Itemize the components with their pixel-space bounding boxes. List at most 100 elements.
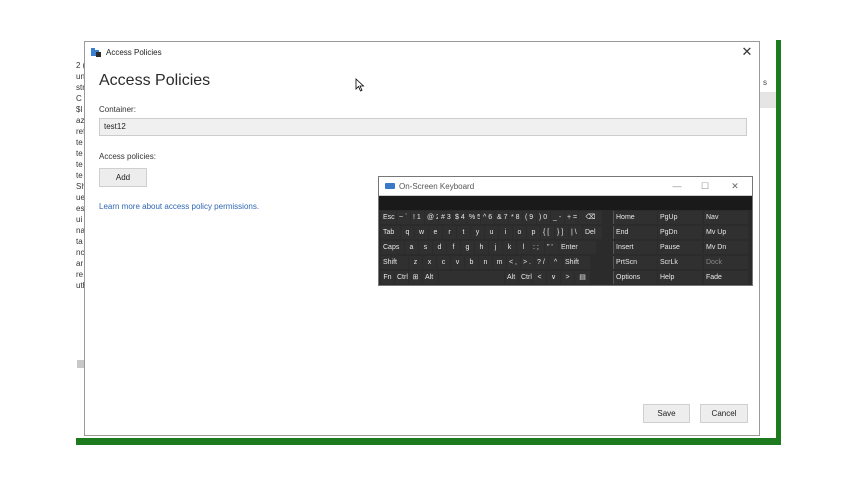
page-title: Access Policies xyxy=(99,72,211,89)
osk-key[interactable]: # 3 xyxy=(439,211,452,224)
osk-key[interactable]: q xyxy=(401,226,414,239)
osk-titlebar[interactable]: On-Screen Keyboard — ☐ ✕ xyxy=(379,177,752,196)
osk-key[interactable]: * 8 xyxy=(509,211,522,224)
osk-key[interactable]: @ 2 xyxy=(425,211,438,224)
dialog-window-title: Access Policies xyxy=(106,47,162,57)
osk-key[interactable]: t xyxy=(457,226,470,239)
osk-minimize-button[interactable]: — xyxy=(670,179,684,193)
osk-key[interactable]: b xyxy=(465,256,478,269)
osk-key[interactable]: v xyxy=(451,256,464,269)
osk-key[interactable]: k xyxy=(503,241,516,254)
osk-key[interactable]: Fn xyxy=(381,271,394,284)
osk-key[interactable]: u xyxy=(485,226,498,239)
osk-nav-key[interactable]: Insert xyxy=(613,241,657,254)
osk-key[interactable]: a xyxy=(405,241,418,254)
osk-key[interactable]: y xyxy=(471,226,484,239)
osk-key[interactable]: ⊞ xyxy=(409,271,422,284)
osk-key[interactable]: g xyxy=(461,241,474,254)
osk-key[interactable]: Alt xyxy=(423,271,438,284)
osk-key[interactable]: c xyxy=(437,256,450,269)
osk-nav-key[interactable]: Nav xyxy=(704,211,748,224)
osk-key[interactable] xyxy=(439,271,504,284)
osk-title: On-Screen Keyboard xyxy=(399,181,475,191)
osk-key[interactable]: Shift xyxy=(563,256,590,269)
osk-nav-key[interactable]: End xyxy=(613,226,657,239)
osk-key[interactable]: > xyxy=(561,271,574,284)
cancel-button[interactable]: Cancel xyxy=(700,404,748,423)
osk-key[interactable]: : ; xyxy=(531,241,544,254)
osk-key[interactable]: z xyxy=(409,256,422,269)
osk-key[interactable]: > . xyxy=(521,256,534,269)
osk-key[interactable]: f xyxy=(447,241,460,254)
osk-nav-key[interactable]: Options xyxy=(613,271,657,284)
osk-key[interactable]: ? / xyxy=(535,256,548,269)
osk-key[interactable]: " ' xyxy=(545,241,558,254)
osk-key[interactable]: % 5 xyxy=(467,211,480,224)
osk-key[interactable]: } ] xyxy=(555,226,568,239)
osk-nav-key[interactable]: Home xyxy=(613,211,657,224)
osk-key[interactable]: < xyxy=(533,271,546,284)
learn-more-link[interactable]: Learn more about access policy permissio… xyxy=(99,202,259,211)
osk-key[interactable]: ! 1 xyxy=(411,211,424,224)
osk-key[interactable]: ~ ` xyxy=(397,211,410,224)
osk-key[interactable]: m xyxy=(493,256,506,269)
osk-nav-key[interactable]: Fade xyxy=(704,271,748,284)
osk-key[interactable]: r xyxy=(443,226,456,239)
osk-key[interactable]: & 7 xyxy=(495,211,508,224)
osk-key[interactable]: Ctrl xyxy=(519,271,532,284)
osk-nav-key[interactable]: PrtScn xyxy=(613,256,657,269)
osk-key[interactable]: s xyxy=(419,241,432,254)
osk-key[interactable]: Caps xyxy=(381,241,404,254)
osk-key[interactable]: ∨ xyxy=(547,271,560,284)
osk-nav-key[interactable]: ScrLk xyxy=(658,256,702,269)
osk-key[interactable]: ( 9 xyxy=(523,211,536,224)
osk-key[interactable]: Enter xyxy=(559,241,596,254)
on-screen-keyboard: On-Screen Keyboard — ☐ ✕ Esc~ `! 1@ 2# 3… xyxy=(378,176,753,286)
keyboard-icon xyxy=(385,183,395,189)
osk-key[interactable]: $ 4 xyxy=(453,211,466,224)
osk-key[interactable]: p xyxy=(527,226,540,239)
osk-key[interactable]: n xyxy=(479,256,492,269)
osk-key[interactable]: + = xyxy=(565,211,578,224)
save-button[interactable]: Save xyxy=(643,404,690,423)
container-field[interactable]: test12 xyxy=(99,118,747,136)
osk-key[interactable]: _ - xyxy=(551,211,564,224)
osk-nav-key[interactable]: PgDn xyxy=(658,226,702,239)
osk-key[interactable]: Alt xyxy=(505,271,518,284)
osk-key[interactable]: Del xyxy=(583,226,602,239)
osk-key[interactable]: h xyxy=(475,241,488,254)
osk-key[interactable]: l xyxy=(517,241,530,254)
osk-nav-key[interactable]: Mv Up xyxy=(704,226,748,239)
osk-key[interactable]: ^ 6 xyxy=(481,211,494,224)
osk-nav-key[interactable]: Help xyxy=(658,271,702,284)
osk-nav-key[interactable]: Dock xyxy=(704,256,748,269)
osk-key[interactable]: ) 0 xyxy=(537,211,550,224)
osk-nav-key[interactable]: Mv Dn xyxy=(704,241,748,254)
osk-key[interactable]: Tab xyxy=(381,226,400,239)
osk-key[interactable]: j xyxy=(489,241,502,254)
osk-key[interactable]: Esc xyxy=(381,211,396,224)
osk-key[interactable]: ^ xyxy=(549,256,562,269)
osk-maximize-button[interactable]: ☐ xyxy=(698,179,712,193)
osk-key[interactable]: x xyxy=(423,256,436,269)
dialog-titlebar[interactable]: Access Policies ✕ xyxy=(85,42,759,62)
osk-nav-key[interactable]: Pause xyxy=(658,241,702,254)
add-button[interactable]: Add xyxy=(99,168,147,187)
osk-key[interactable]: e xyxy=(429,226,442,239)
osk-key[interactable]: ▤ xyxy=(575,271,590,284)
osk-key[interactable]: { [ xyxy=(541,226,554,239)
container-label: Container: xyxy=(99,105,136,114)
dialog-close-button[interactable]: ✕ xyxy=(739,44,755,60)
osk-key[interactable]: o xyxy=(513,226,526,239)
osk-key[interactable]: Shift xyxy=(381,256,408,269)
osk-key[interactable]: Ctrl xyxy=(395,271,408,284)
osk-key[interactable]: i xyxy=(499,226,512,239)
background-toolbar-strip xyxy=(760,92,776,108)
osk-key[interactable]: ⌫ xyxy=(579,211,602,224)
osk-key[interactable]: d xyxy=(433,241,446,254)
osk-nav-key[interactable]: PgUp xyxy=(658,211,702,224)
osk-key[interactable]: < , xyxy=(507,256,520,269)
osk-key[interactable]: | \ xyxy=(569,226,582,239)
osk-key[interactable]: w xyxy=(415,226,428,239)
osk-close-button[interactable]: ✕ xyxy=(728,179,742,193)
